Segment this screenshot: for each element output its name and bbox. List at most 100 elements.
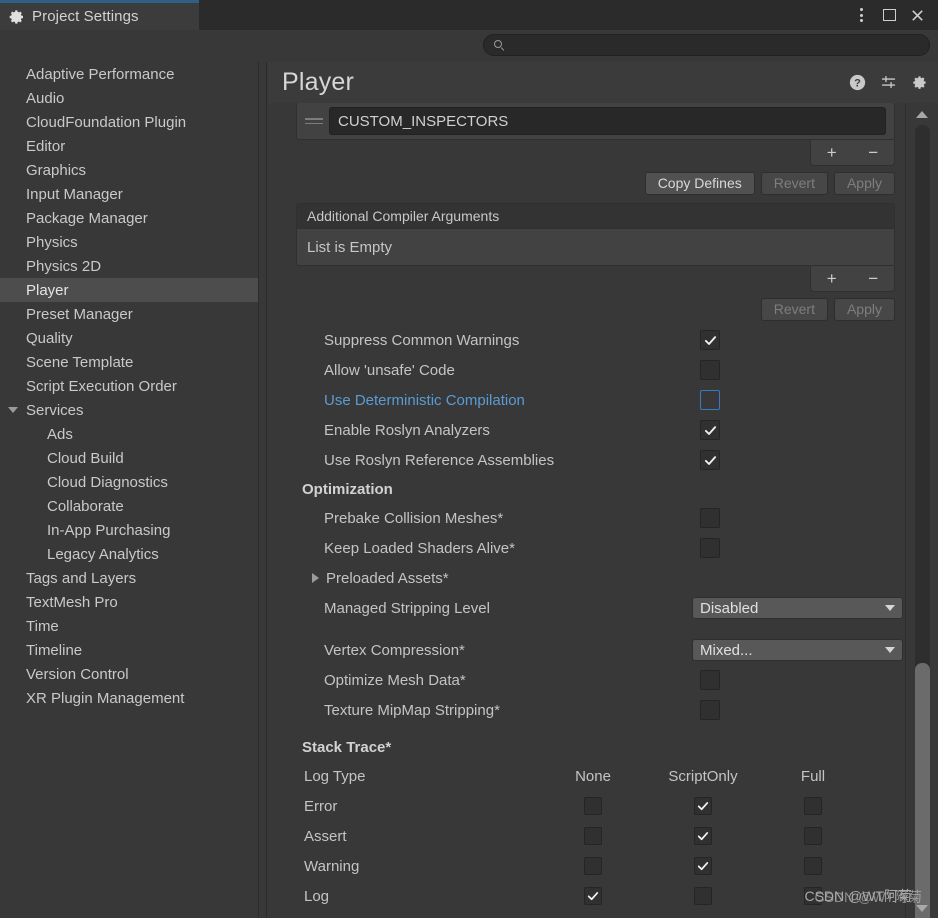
setting-row[interactable]: Preloaded Assets* bbox=[268, 563, 905, 593]
remove-define-button[interactable]: − bbox=[862, 144, 884, 161]
sidebar-item-ads[interactable]: Ads bbox=[0, 422, 258, 446]
stack-trace-checkbox[interactable] bbox=[804, 857, 822, 875]
setting-row[interactable]: Use Deterministic Compilation bbox=[268, 385, 905, 415]
gear-icon[interactable] bbox=[911, 74, 928, 91]
sidebar-item-package-manager[interactable]: Package Manager bbox=[0, 206, 258, 230]
define-symbol-field[interactable]: CUSTOM_INSPECTORS bbox=[329, 107, 886, 135]
close-icon[interactable] bbox=[904, 2, 930, 28]
sidebar-item-timeline[interactable]: Timeline bbox=[0, 638, 258, 662]
setting-row[interactable]: Suppress Common Warnings bbox=[268, 325, 905, 355]
chevron-down-icon[interactable] bbox=[8, 407, 18, 413]
stack-trace-cell[interactable] bbox=[538, 797, 648, 815]
stack-trace-checkbox[interactable] bbox=[584, 827, 602, 845]
scroll-down-icon[interactable] bbox=[916, 905, 928, 912]
sidebar-item-collaborate[interactable]: Collaborate bbox=[0, 494, 258, 518]
setting-checkbox[interactable] bbox=[700, 538, 720, 558]
defines-apply-button[interactable]: Apply bbox=[833, 172, 895, 195]
chevron-right-icon[interactable] bbox=[312, 573, 319, 583]
sidebar-item-adaptive-performance[interactable]: Adaptive Performance bbox=[0, 62, 258, 86]
setting-row[interactable]: Keep Loaded Shaders Alive* bbox=[268, 533, 905, 563]
sidebar-item-time[interactable]: Time bbox=[0, 614, 258, 638]
stack-trace-cell[interactable] bbox=[758, 887, 868, 905]
stack-trace-checkbox[interactable] bbox=[694, 857, 712, 875]
setting-row[interactable]: Allow 'unsafe' Code bbox=[268, 355, 905, 385]
sidebar-item-tags-and-layers[interactable]: Tags and Layers bbox=[0, 566, 258, 590]
defines-revert-button[interactable]: Revert bbox=[760, 172, 828, 195]
setting-row[interactable]: Vertex Compression* Mixed... bbox=[268, 635, 905, 665]
stack-trace-checkbox[interactable] bbox=[584, 797, 602, 815]
setting-row[interactable]: Enable Roslyn Analyzers bbox=[268, 415, 905, 445]
setting-checkbox[interactable] bbox=[700, 420, 720, 440]
setting-dropdown[interactable]: Mixed... bbox=[692, 639, 903, 661]
sidebar-item-editor[interactable]: Editor bbox=[0, 134, 258, 158]
sidebar-item-cloudfoundation-plugin[interactable]: CloudFoundation Plugin bbox=[0, 110, 258, 134]
stack-trace-checkbox[interactable] bbox=[694, 827, 712, 845]
setting-row[interactable]: Texture MipMap Stripping* bbox=[268, 695, 905, 725]
sidebar-item-textmesh-pro[interactable]: TextMesh Pro bbox=[0, 590, 258, 614]
stack-trace-checkbox[interactable] bbox=[804, 887, 822, 905]
table-row[interactable]: Log bbox=[268, 881, 905, 911]
sidebar-scrollbar[interactable] bbox=[258, 62, 267, 918]
setting-row[interactable]: Prebake Collision Meshes* bbox=[268, 503, 905, 533]
stack-trace-cell[interactable] bbox=[538, 827, 648, 845]
stack-trace-checkbox[interactable] bbox=[584, 857, 602, 875]
setting-row[interactable]: Managed Stripping Level Disabled bbox=[268, 593, 905, 623]
maximize-icon[interactable] bbox=[876, 2, 902, 28]
setting-checkbox[interactable] bbox=[700, 670, 720, 690]
stack-trace-cell[interactable] bbox=[648, 857, 758, 875]
setting-checkbox[interactable] bbox=[700, 700, 720, 720]
add-compiler-arg-button[interactable]: + bbox=[821, 270, 843, 287]
sidebar-item-physics-2d[interactable]: Physics 2D bbox=[0, 254, 258, 278]
list-item[interactable]: CUSTOM_INSPECTORS bbox=[297, 103, 894, 139]
setting-checkbox[interactable] bbox=[700, 390, 720, 410]
help-icon[interactable]: ? bbox=[849, 74, 866, 91]
add-define-button[interactable]: + bbox=[821, 144, 843, 161]
stack-trace-cell[interactable] bbox=[538, 857, 648, 875]
compiler-args-apply-button[interactable]: Apply bbox=[833, 298, 895, 321]
stack-trace-checkbox[interactable] bbox=[694, 797, 712, 815]
sidebar-item-script-execution-order[interactable]: Script Execution Order bbox=[0, 374, 258, 398]
setting-checkbox[interactable] bbox=[700, 360, 720, 380]
setting-checkbox[interactable] bbox=[700, 330, 720, 350]
setting-checkbox[interactable] bbox=[700, 450, 720, 470]
sidebar-item-preset-manager[interactable]: Preset Manager bbox=[0, 302, 258, 326]
drag-handle-icon[interactable] bbox=[305, 118, 323, 124]
more-vertical-icon[interactable] bbox=[848, 2, 874, 28]
stack-trace-cell[interactable] bbox=[538, 887, 648, 905]
stack-trace-cell[interactable] bbox=[648, 887, 758, 905]
preset-icon[interactable] bbox=[880, 74, 897, 91]
sidebar-item-in-app-purchasing[interactable]: In-App Purchasing bbox=[0, 518, 258, 542]
compiler-args-revert-button[interactable]: Revert bbox=[760, 298, 828, 321]
sidebar-item-graphics[interactable]: Graphics bbox=[0, 158, 258, 182]
stack-trace-cell[interactable] bbox=[758, 827, 868, 845]
stack-trace-cell[interactable] bbox=[648, 827, 758, 845]
setting-checkbox[interactable] bbox=[700, 508, 720, 528]
setting-dropdown[interactable]: Disabled bbox=[692, 597, 903, 619]
stack-trace-cell[interactable] bbox=[758, 797, 868, 815]
setting-row[interactable]: Use Roslyn Reference Assemblies bbox=[268, 445, 905, 475]
sidebar-item-input-manager[interactable]: Input Manager bbox=[0, 182, 258, 206]
table-row[interactable]: Error bbox=[268, 791, 905, 821]
search-input[interactable] bbox=[511, 38, 919, 52]
tab-project-settings[interactable]: Project Settings bbox=[0, 0, 199, 30]
sidebar-item-scene-template[interactable]: Scene Template bbox=[0, 350, 258, 374]
search-box[interactable] bbox=[483, 34, 930, 56]
sidebar-item-cloud-diagnostics[interactable]: Cloud Diagnostics bbox=[0, 470, 258, 494]
stack-trace-checkbox[interactable] bbox=[804, 797, 822, 815]
sidebar-item-legacy-analytics[interactable]: Legacy Analytics bbox=[0, 542, 258, 566]
setting-row[interactable]: Optimize Mesh Data* bbox=[268, 665, 905, 695]
remove-compiler-arg-button[interactable]: − bbox=[862, 270, 884, 287]
sidebar-item-physics[interactable]: Physics bbox=[0, 230, 258, 254]
stack-trace-checkbox[interactable] bbox=[694, 887, 712, 905]
stack-trace-checkbox[interactable] bbox=[804, 827, 822, 845]
settings-sidebar[interactable]: Adaptive Performance Audio CloudFoundation… bbox=[0, 62, 258, 918]
sidebar-item-xr-plugin-management[interactable]: XR Plugin Management bbox=[0, 686, 258, 710]
sidebar-item-cloud-build[interactable]: Cloud Build bbox=[0, 446, 258, 470]
scroll-up-icon[interactable] bbox=[916, 111, 928, 118]
sidebar-item-version-control[interactable]: Version Control bbox=[0, 662, 258, 686]
sidebar-item-audio[interactable]: Audio bbox=[0, 86, 258, 110]
sidebar-item-services[interactable]: Services bbox=[0, 398, 258, 422]
table-row[interactable]: Assert bbox=[268, 821, 905, 851]
stack-trace-checkbox[interactable] bbox=[584, 887, 602, 905]
sidebar-item-quality[interactable]: Quality bbox=[0, 326, 258, 350]
